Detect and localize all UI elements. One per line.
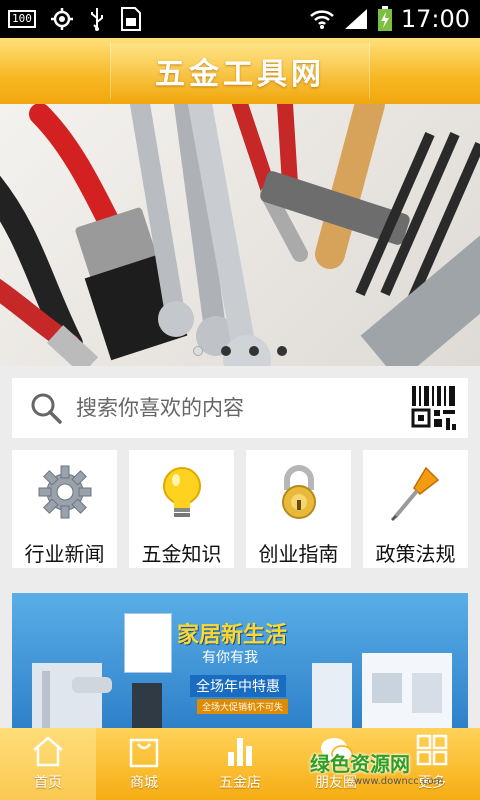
title-plate: 五金工具网 xyxy=(110,43,370,99)
nav-label: 五金店 xyxy=(219,775,261,791)
carousel-dot-2[interactable] xyxy=(221,346,231,356)
category-startup-guide[interactable]: 创业指南 xyxy=(246,450,351,568)
carousel-dot-4[interactable] xyxy=(277,346,287,356)
screwdriver-icon xyxy=(390,466,439,522)
wifi-icon xyxy=(309,10,334,29)
promo-subline: 有你有我 xyxy=(202,650,258,666)
promo-banner[interactable]: 家居新生活 有你有我 全场年中特惠 全场大促销机不可失 xyxy=(12,593,468,733)
bag-icon xyxy=(129,738,159,768)
category-industry-news[interactable]: 行业新闻 xyxy=(12,450,117,568)
category-label: 行业新闻 xyxy=(24,542,105,566)
home-icon xyxy=(33,736,63,767)
bar-chart-icon xyxy=(228,738,252,766)
page-title: 五金工具网 xyxy=(155,57,325,92)
category-label: 五金知识 xyxy=(141,542,222,566)
search-icon[interactable] xyxy=(22,384,70,432)
category-label: 政策法规 xyxy=(375,542,456,566)
battery-charging-icon xyxy=(377,6,392,31)
signal-icon xyxy=(344,9,367,29)
category-label: 创业指南 xyxy=(258,542,339,566)
carousel-dot-1[interactable] xyxy=(193,346,203,356)
clock: 17:00 xyxy=(400,5,470,33)
watermark-url: www.downcc.com xyxy=(354,776,444,787)
category-policy-regulations[interactable]: 政策法规 xyxy=(363,450,468,568)
qr-scan-icon[interactable] xyxy=(410,384,458,432)
promo-headline: 家居新生活 xyxy=(177,623,288,648)
nav-label: 商城 xyxy=(130,775,158,791)
sim-icon xyxy=(120,7,141,31)
promo-card xyxy=(124,613,172,673)
promo-tag: 全场大促销机不可失 xyxy=(197,699,289,714)
usb-icon xyxy=(90,8,103,31)
banner-tools-image xyxy=(0,104,480,366)
search-bar[interactable] xyxy=(12,378,468,438)
category-grid: 行业新闻 五金知识 创业指南 政策法规 xyxy=(12,450,468,568)
nav-hardware-store[interactable]: 五金店 xyxy=(192,728,288,800)
nav-label: 首页 xyxy=(34,775,62,791)
category-hardware-knowledge[interactable]: 五金知识 xyxy=(129,450,234,568)
app-header: 五金工具网 xyxy=(0,38,480,104)
nav-home[interactable]: 首页 xyxy=(0,728,96,800)
banner-carousel[interactable] xyxy=(0,104,480,366)
lightbulb-icon xyxy=(162,467,201,517)
search-input[interactable] xyxy=(70,396,410,420)
promo-offer: 全场年中特惠 xyxy=(190,675,286,697)
nav-mall[interactable]: 商城 xyxy=(96,728,192,800)
gps-icon xyxy=(50,8,73,30)
gear-icon xyxy=(38,465,91,519)
search-section xyxy=(0,366,480,446)
watermark-text: 绿色资源网 xyxy=(310,752,410,776)
status-bar: 100 17:00 xyxy=(0,0,480,38)
padlock-icon xyxy=(281,465,316,519)
carousel-indicator xyxy=(0,346,480,356)
battery-100-icon: 100 xyxy=(8,10,36,28)
grid-icon xyxy=(416,734,448,766)
carousel-dot-3[interactable] xyxy=(249,346,259,356)
